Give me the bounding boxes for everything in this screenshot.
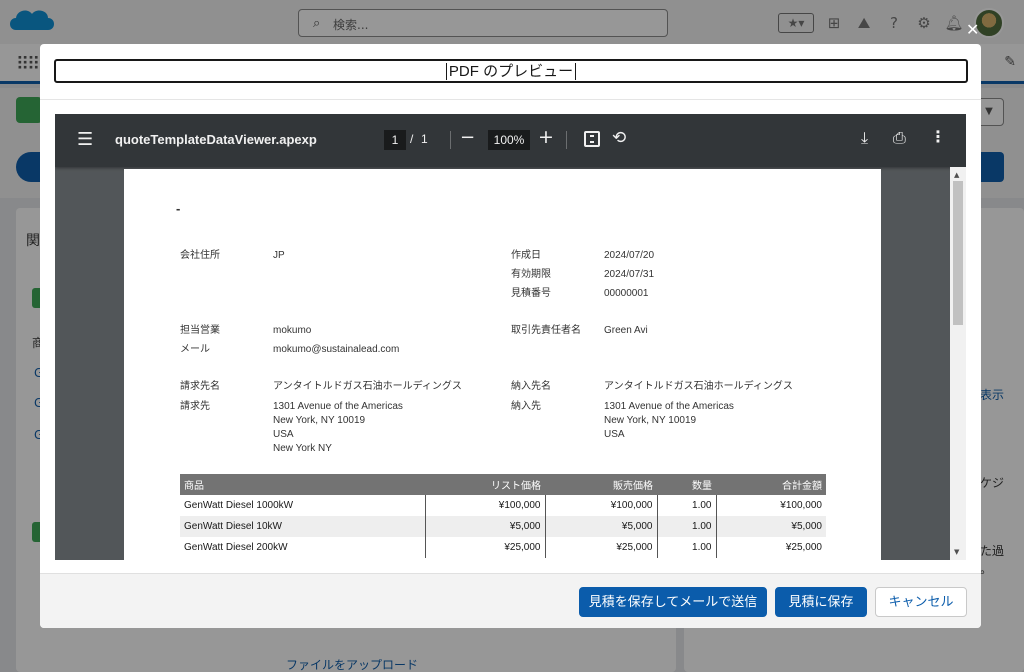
save-quote-button[interactable]: 見積に保存: [775, 587, 867, 617]
pdf-filename: quoteTemplateDataViewer.apexp: [115, 132, 317, 147]
expiry-date-value: 2024/07/31: [604, 269, 655, 280]
pdf-preview-modal: PDF のプレビュー ☰ quoteTemplateDataViewer.ape…: [40, 44, 981, 628]
quote-number-value: 00000001: [604, 288, 649, 299]
more-options-icon[interactable]: ⋮: [930, 127, 946, 146]
save-and-email-button[interactable]: 見積を保存してメールで送信: [579, 587, 767, 617]
bill-to-line: USA: [273, 429, 294, 440]
table-cell: 1.00: [656, 537, 716, 558]
rotate-icon[interactable]: ⟲: [612, 128, 626, 148]
scroll-up-icon[interactable]: ▲: [954, 171, 959, 179]
table-cell: ¥5,000: [544, 516, 657, 537]
created-date-label: 作成日: [511, 250, 541, 261]
page-number-input[interactable]: 1: [384, 130, 406, 150]
scroll-down-icon[interactable]: ▼: [954, 548, 959, 556]
created-date-value: 2024/07/20: [604, 250, 655, 261]
bill-to-line: New York, NY 10019: [273, 415, 366, 426]
line-items-table: 商品 リスト価格 販売価格 数量 合計金額 GenWatt Diesel 100…: [180, 474, 826, 558]
table-cell: GenWatt Diesel 1000kW: [184, 500, 294, 511]
quote-number-label: 見積番号: [511, 288, 551, 299]
page-separator: /: [410, 132, 414, 146]
contact-label: 取引先責任者名: [511, 325, 581, 336]
company-address-label: 会社住所: [180, 250, 220, 261]
email-value: mokumo@sustainalead.com: [273, 344, 400, 355]
bill-to-name-value: アンタイトルドガス石油ホールディングス: [273, 381, 462, 392]
toolbar-divider: [450, 131, 451, 149]
ship-to-line: 1301 Avenue of the Americas: [604, 401, 734, 412]
toolbar-divider: [566, 131, 567, 149]
ship-to-line: New York, NY 10019: [604, 415, 697, 426]
scrollbar-thumb[interactable]: [953, 181, 963, 325]
bill-to-line: 1301 Avenue of the Americas: [273, 401, 403, 412]
table-cell: 1.00: [656, 495, 716, 516]
pdf-scrollbar[interactable]: ▲ ▼: [950, 167, 966, 560]
zoom-out-icon[interactable]: −: [460, 127, 475, 148]
modal-header: PDF のプレビュー: [40, 44, 981, 100]
zoom-input[interactable]: 100%: [488, 130, 530, 150]
column-header: 合計金額: [716, 474, 826, 495]
cancel-button[interactable]: キャンセル: [875, 587, 967, 617]
expiry-date-label: 有効期限: [511, 269, 551, 280]
zoom-in-icon[interactable]: +: [538, 126, 554, 148]
table-header-row: 商品 リスト価格 販売価格 数量 合計金額: [180, 474, 826, 495]
table-cell: 1.00: [656, 516, 716, 537]
email-label: メール: [180, 344, 210, 355]
table-row: GenWatt Diesel 10kW ¥5,000 ¥5,000 1.00 ¥…: [180, 516, 826, 537]
pdf-page: - 会社住所 JP 作成日 2024/07/20 有効期限 2024/07/31…: [124, 169, 881, 560]
table-cell: ¥25,000: [424, 537, 545, 558]
ship-to-name-label: 納入先名: [511, 381, 551, 392]
sales-rep-label: 担当営業: [180, 325, 220, 336]
table-cell: ¥100,000: [424, 495, 545, 516]
table-cell: ¥5,000: [715, 516, 826, 537]
bill-to-name-label: 請求先名: [180, 381, 220, 392]
company-address-value: JP: [273, 250, 285, 261]
close-icon[interactable]: ✕: [966, 20, 979, 39]
document-heading: -: [176, 201, 181, 216]
ship-to-label: 納入先: [511, 401, 541, 412]
table-cell: ¥100,000: [544, 495, 657, 516]
column-header: 販売価格: [545, 474, 657, 495]
column-header: 商品: [180, 474, 425, 495]
contact-value: Green Avi: [604, 325, 648, 336]
ship-to-name-value: アンタイトルドガス石油ホールディングス: [604, 381, 793, 392]
fit-to-page-icon[interactable]: [584, 131, 600, 147]
pdf-viewer: ☰ quoteTemplateDataViewer.apexp 1 / 1 − …: [55, 114, 966, 560]
modal-body: ☰ quoteTemplateDataViewer.apexp 1 / 1 − …: [40, 101, 981, 573]
table-row: GenWatt Diesel 200kW ¥25,000 ¥25,000 1.0…: [180, 537, 826, 558]
modal-footer: 見積を保存してメールで送信 見積に保存 キャンセル: [40, 573, 981, 628]
table-cell: ¥25,000: [715, 537, 826, 558]
table-cell: GenWatt Diesel 200kW: [184, 542, 288, 553]
table-cell: ¥5,000: [424, 516, 545, 537]
page-total: 1: [421, 132, 428, 146]
bill-to-label: 請求先: [180, 401, 210, 412]
table-cell: GenWatt Diesel 10kW: [180, 516, 425, 537]
modal-title-box: PDF のプレビュー: [54, 59, 968, 83]
pdf-toolbar: ☰ quoteTemplateDataViewer.apexp 1 / 1 − …: [55, 114, 966, 167]
column-header: 数量: [657, 474, 716, 495]
table-cell: ¥100,000: [715, 495, 826, 516]
table-cell: ¥25,000: [544, 537, 657, 558]
sales-rep-value: mokumo: [273, 325, 312, 336]
table-row: GenWatt Diesel 1000kW ¥100,000 ¥100,000 …: [180, 495, 826, 516]
bill-to-line: New York NY: [273, 443, 332, 454]
ship-to-line: USA: [604, 429, 625, 440]
menu-icon[interactable]: ☰: [77, 129, 93, 150]
modal-title: PDF のプレビュー: [445, 63, 577, 80]
print-icon[interactable]: ⎙: [893, 128, 906, 148]
download-icon[interactable]: ⤓: [861, 128, 868, 148]
column-header: リスト価格: [425, 474, 545, 495]
